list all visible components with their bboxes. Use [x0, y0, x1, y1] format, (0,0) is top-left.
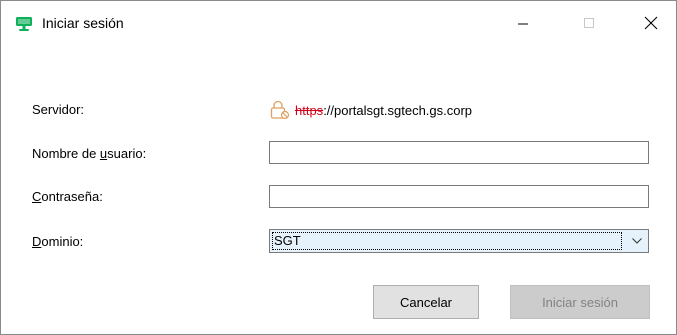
close-button[interactable] — [628, 1, 674, 45]
password-label: Contraseña: — [32, 189, 103, 204]
login-button[interactable]: Iniciar sesión — [510, 285, 650, 319]
dropdown-arrow[interactable] — [626, 230, 648, 252]
broken-lock-icon — [270, 100, 290, 120]
domain-label: Dominio: — [32, 234, 84, 249]
server-scheme: https — [295, 102, 324, 118]
title-bar[interactable]: Iniciar sesión — [1, 1, 676, 45]
window-title: Iniciar sesión — [42, 15, 124, 31]
close-icon — [644, 16, 658, 30]
maximize-icon — [584, 18, 594, 28]
remote-desktop-icon — [16, 17, 32, 31]
username-input[interactable] — [269, 141, 649, 164]
server-label: Servidor: — [32, 102, 85, 117]
login-dialog: Iniciar sesión Servidor: https://portals… — [0, 0, 677, 335]
chevron-down-icon — [632, 238, 642, 244]
password-input[interactable] — [269, 185, 649, 208]
cancel-button[interactable]: Cancelar — [373, 285, 479, 319]
minimize-button[interactable] — [500, 1, 546, 45]
minimize-icon — [518, 23, 528, 25]
username-label: Nombre de usuario: — [32, 146, 147, 161]
domain-selected-value: SGT — [272, 232, 622, 250]
domain-select[interactable]: SGT — [269, 229, 649, 253]
maximize-button[interactable] — [566, 1, 612, 45]
server-url: https://portalsgt.sgtech.gs.corp — [269, 100, 472, 120]
server-host: ://portalsgt.sgtech.gs.corp — [323, 102, 473, 118]
